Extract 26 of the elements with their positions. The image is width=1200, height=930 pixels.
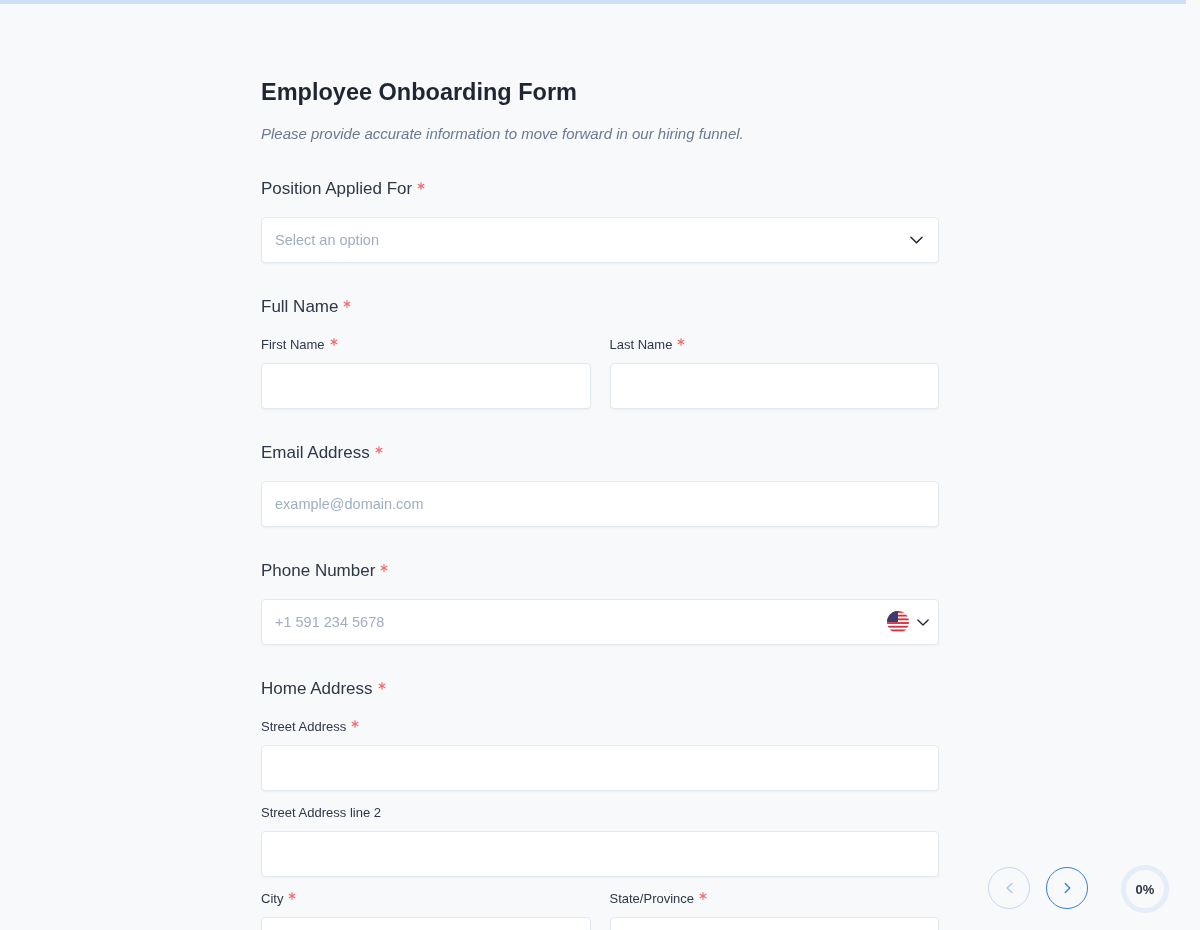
input-field[interactable] — [261, 831, 939, 877]
email-field[interactable]: example@domain.com — [261, 481, 939, 527]
chevron-left-icon — [1004, 881, 1014, 895]
subfield-label: First Name — [261, 337, 325, 353]
subfield-label: Street Address — [261, 719, 347, 735]
chevron-right-icon — [1062, 881, 1072, 895]
field-label: Email Address — [261, 443, 370, 463]
form-subtitle: Please provide accurate information to move forward in our hiring funnel. — [261, 124, 745, 144]
field-label: Home Address — [261, 679, 373, 699]
progress-percentage: 0% — [1135, 881, 1155, 897]
field-label: Phone Number — [261, 561, 376, 581]
input-field[interactable] — [261, 745, 939, 791]
subfield-label: State/Province — [609, 891, 695, 907]
input-field[interactable] — [261, 363, 591, 409]
field-label: Position Applied For — [261, 179, 413, 199]
select-field[interactable]: Select an option — [261, 217, 939, 263]
phone-field[interactable]: +1 591 234 5678 — [261, 599, 939, 645]
country-picker-button[interactable] — [887, 611, 929, 633]
form-title: Employee Onboarding Form — [261, 78, 578, 107]
subfield-label: City — [261, 891, 284, 907]
subfield-label: Last Name — [609, 337, 673, 353]
chevron-down-icon — [910, 236, 923, 244]
chevron-down-icon — [917, 618, 929, 626]
subfield-label: Street Address line 2 — [261, 805, 381, 821]
field-label: Full Name — [261, 297, 339, 317]
input-field[interactable] — [609, 363, 939, 409]
